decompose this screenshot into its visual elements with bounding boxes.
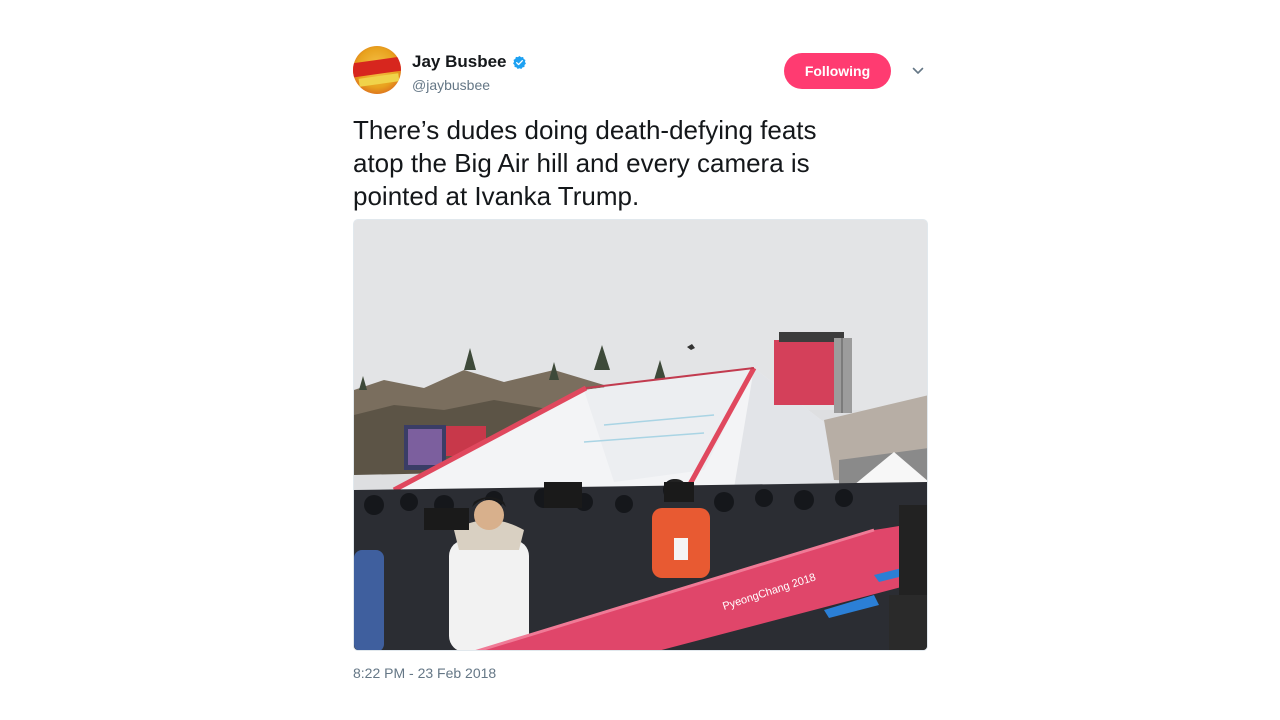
tweet-timestamp[interactable]: 8:22 PM - 23 Feb 2018 [353,665,496,681]
author-name[interactable]: Jay Busbee [412,52,507,72]
verified-badge-icon [512,55,526,69]
author-row[interactable]: Jay Busbee [412,52,527,72]
author-handle[interactable]: @jaybusbee [412,77,490,93]
tweet-photo[interactable]: PyeongChang 2018 [353,219,928,651]
following-button[interactable]: Following [784,53,891,89]
profile-avatar[interactable] [353,46,401,94]
big-air-photo: PyeongChang 2018 [354,220,927,650]
chevron-down-icon[interactable] [911,64,925,78]
tweet-text: There’s dudes doing death-defying feats … [353,115,817,211]
